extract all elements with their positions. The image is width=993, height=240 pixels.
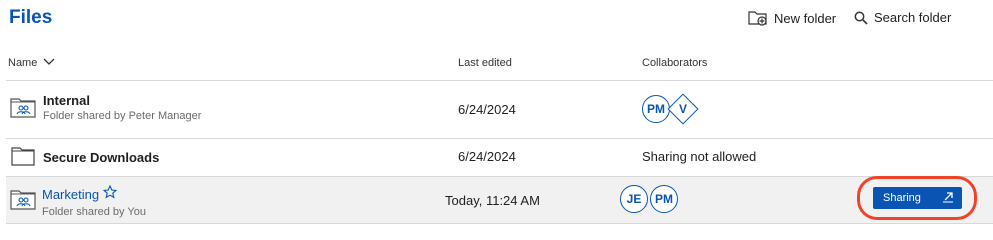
avatar[interactable]: PM xyxy=(642,95,670,123)
external-link-icon xyxy=(942,191,954,206)
folder-name[interactable]: Internal xyxy=(43,93,201,108)
search-folder-label: Search folder xyxy=(874,10,952,25)
sharing-button[interactable]: Sharing xyxy=(873,187,962,209)
avatar[interactable]: PM xyxy=(650,185,678,213)
folder-name[interactable]: Secure Downloads xyxy=(43,150,159,165)
avatar[interactable]: JE xyxy=(620,185,648,213)
column-header-collaborators: Collaborators xyxy=(642,57,707,69)
sharing-button-label: Sharing xyxy=(883,192,921,204)
search-icon xyxy=(854,11,868,25)
avatar-group[interactable]: V xyxy=(667,93,699,125)
column-collaborators-label: Collaborators xyxy=(642,57,708,69)
column-header-name[interactable]: Name xyxy=(8,57,55,69)
page-title: Files xyxy=(9,7,53,28)
sharing-highlight: Sharing xyxy=(857,176,977,220)
column-header-last-edited[interactable]: Last edited xyxy=(458,57,512,69)
shared-folder-icon xyxy=(10,188,36,215)
table-row[interactable]: Internal Folder shared by Peter Manager … xyxy=(6,81,993,139)
table-row-selected[interactable]: Marketing Folder shared by You Today, 11… xyxy=(6,176,993,224)
search-folder-button[interactable]: Search folder xyxy=(854,10,951,25)
column-name-label: Name xyxy=(8,57,38,69)
last-edited-date: 6/24/2024 xyxy=(458,149,516,164)
avatar-group-label: V xyxy=(678,102,687,116)
collaborators-list: JE PM xyxy=(620,185,700,215)
table-row[interactable]: Secure Downloads 6/24/2024 Sharing not a… xyxy=(6,138,993,177)
sharing-status: Sharing not allowed xyxy=(642,149,757,164)
shared-folder-icon xyxy=(10,96,36,123)
folder-subtitle: Folder shared by You xyxy=(42,206,146,218)
last-edited-date: 6/24/2024 xyxy=(458,102,516,117)
folder-icon xyxy=(11,146,35,171)
chevron-down-icon xyxy=(43,57,55,69)
last-edited-date: Today, 11:24 AM xyxy=(445,193,540,208)
new-folder-icon xyxy=(748,10,768,26)
folder-name-link[interactable]: Marketing xyxy=(42,187,99,202)
star-icon[interactable] xyxy=(102,184,118,204)
new-folder-button[interactable]: New folder xyxy=(748,10,836,26)
column-last-edited-label: Last edited xyxy=(458,57,512,69)
collaborators-list: PM V xyxy=(642,93,722,125)
folder-subtitle: Folder shared by Peter Manager xyxy=(43,110,202,122)
new-folder-label: New folder xyxy=(774,10,837,26)
